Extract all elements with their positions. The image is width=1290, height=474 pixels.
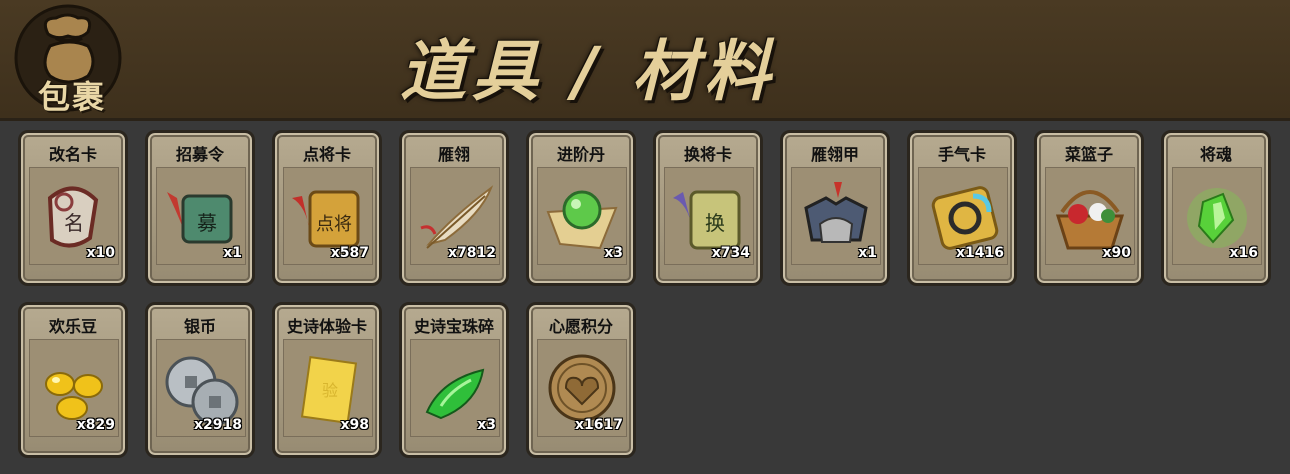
item-name: 点将卡 bbox=[302, 145, 351, 164]
item-card-epic-orb-shard[interactable]: 史诗宝珠碎 x3 bbox=[399, 302, 509, 458]
item-count: x2918 bbox=[194, 417, 242, 433]
item-count: x587 bbox=[330, 245, 369, 261]
item-name: 史诗宝珠碎 bbox=[413, 317, 494, 336]
item-count: x1416 bbox=[956, 245, 1004, 261]
item-card-advance-pill[interactable]: 进阶丹 x3 bbox=[526, 130, 636, 286]
item-card-luck[interactable]: 手气卡 x1416 bbox=[907, 130, 1017, 286]
item-name: 欢乐豆 bbox=[48, 317, 97, 336]
item-name: 将魂 bbox=[1199, 145, 1232, 164]
item-count: x3 bbox=[604, 245, 623, 261]
item-count: x7812 bbox=[448, 245, 496, 261]
item-count: x98 bbox=[340, 417, 369, 433]
item-count: x734 bbox=[711, 245, 750, 261]
item-name: 招募令 bbox=[175, 145, 224, 164]
item-name: 史诗体验卡 bbox=[286, 317, 367, 336]
item-card-armor[interactable]: 雁翎甲 x1 bbox=[780, 130, 890, 286]
item-card-rename[interactable]: 改名卡 名 x10 bbox=[18, 130, 128, 286]
bag-label: 包裹 bbox=[37, 78, 106, 116]
item-count: x3 bbox=[477, 417, 496, 433]
svg-text:点将: 点将 bbox=[316, 214, 352, 235]
item-card-basket[interactable]: 菜篮子 x90 bbox=[1034, 130, 1144, 286]
page-title: 道具 / 材料 bbox=[400, 33, 777, 110]
item-card-happy-beans[interactable]: 欢乐豆 x829 bbox=[18, 302, 128, 458]
svg-text:验: 验 bbox=[322, 381, 338, 400]
item-name: 心愿积分 bbox=[548, 317, 613, 336]
item-name: 银币 bbox=[183, 317, 216, 336]
item-card-pick-general[interactable]: 点将卡 点将 x587 bbox=[272, 130, 382, 286]
item-name: 手气卡 bbox=[937, 145, 986, 164]
svg-text:换: 换 bbox=[705, 211, 725, 235]
item-count: x90 bbox=[1102, 245, 1131, 261]
item-card-feather[interactable]: 雁翎 x7812 bbox=[399, 130, 509, 286]
item-card-epic-trial[interactable]: 史诗体验卡 验 x98 bbox=[272, 302, 382, 458]
item-name: 菜篮子 bbox=[1064, 145, 1113, 164]
item-name: 换将卡 bbox=[683, 145, 732, 164]
item-count: x829 bbox=[76, 417, 115, 433]
inventory-header: 包裹 道具 / 材料 bbox=[0, 0, 1290, 121]
item-count: x16 bbox=[1229, 245, 1258, 261]
svg-text:募: 募 bbox=[197, 211, 217, 235]
svg-text:名: 名 bbox=[64, 211, 84, 235]
item-name: 改名卡 bbox=[48, 145, 97, 164]
item-count: x10 bbox=[86, 245, 115, 261]
item-card-general-soul[interactable]: 将魂 x16 bbox=[1161, 130, 1271, 286]
item-count: x1 bbox=[223, 245, 242, 261]
item-card-recruit[interactable]: 招募令 募 x1 bbox=[145, 130, 255, 286]
item-card-swap-general[interactable]: 换将卡 换 x734 bbox=[653, 130, 763, 286]
item-card-silver-coins[interactable]: 银币 x2918 bbox=[145, 302, 255, 458]
item-name: 雁翎甲 bbox=[810, 145, 859, 164]
item-count: x1 bbox=[858, 245, 877, 261]
item-count: x1617 bbox=[575, 417, 623, 433]
item-card-wish-points[interactable]: 心愿积分 x1617 bbox=[526, 302, 636, 458]
item-name: 进阶丹 bbox=[556, 145, 605, 164]
item-name: 雁翎 bbox=[437, 145, 470, 164]
